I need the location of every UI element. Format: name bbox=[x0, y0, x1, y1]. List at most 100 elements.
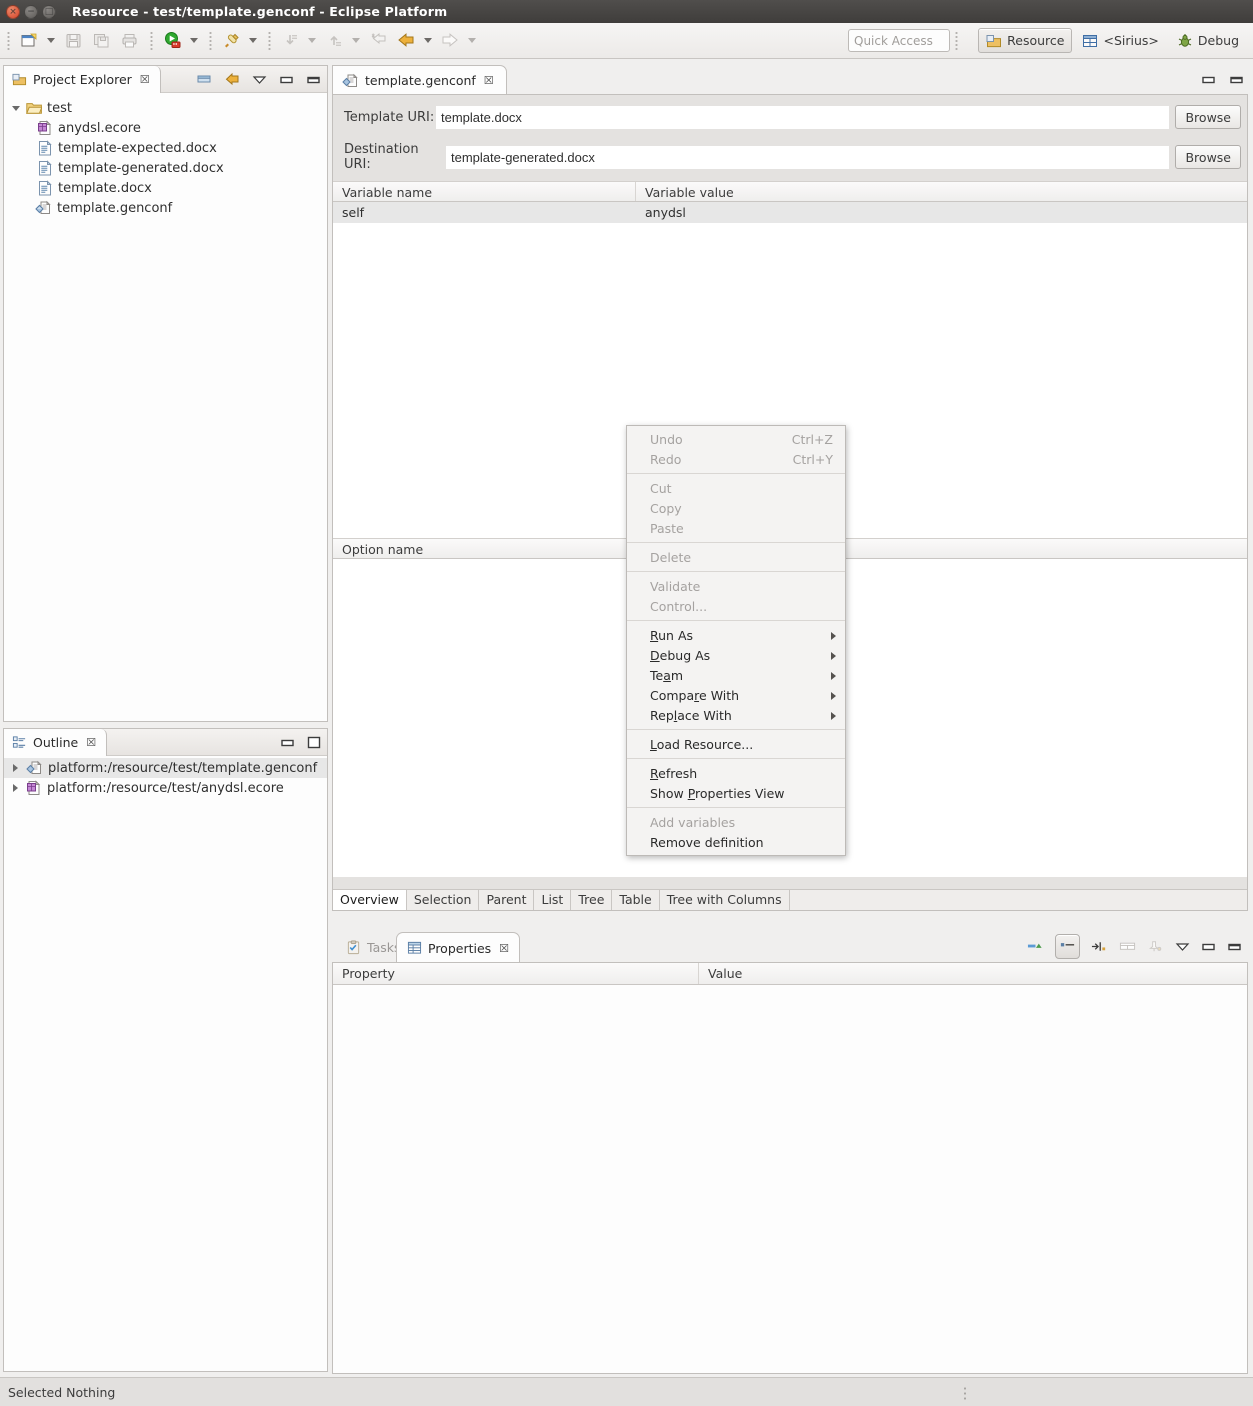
twisty-icon[interactable] bbox=[10, 763, 21, 774]
minimize-icon[interactable] bbox=[1201, 942, 1216, 952]
maximize-icon[interactable] bbox=[1229, 75, 1244, 85]
close-icon[interactable]: ☒ bbox=[484, 74, 494, 87]
tree-item-label: anydsl.ecore bbox=[58, 120, 141, 136]
editor-tab-template-genconf[interactable]: template.genconf ☒ bbox=[332, 65, 507, 95]
tab-overview[interactable]: Overview bbox=[333, 890, 407, 910]
outline-tree: platform:/resource/test/template.genconf bbox=[4, 756, 327, 798]
tab-selection[interactable]: Selection bbox=[407, 890, 480, 910]
restore-default-icon[interactable] bbox=[1091, 940, 1108, 953]
window-maximize-icon[interactable]: □ bbox=[42, 4, 56, 19]
advanced-properties-icon[interactable] bbox=[1027, 940, 1044, 953]
restore-icon[interactable] bbox=[307, 736, 321, 749]
column-header-variable-name[interactable]: Variable name bbox=[333, 182, 636, 201]
status-bar-grip[interactable] bbox=[963, 1386, 969, 1400]
perspective-debug[interactable]: Debug bbox=[1169, 28, 1247, 53]
tab-parent[interactable]: Parent bbox=[479, 890, 535, 910]
menu-item-run-as[interactable]: Run As bbox=[627, 625, 845, 645]
window-minimize-icon[interactable]: − bbox=[24, 4, 38, 19]
new-dropdown-chevron-down-icon[interactable] bbox=[43, 28, 59, 54]
toolbar-grip-4[interactable] bbox=[265, 29, 274, 52]
menu-item-validate[interactable]: Validate bbox=[627, 576, 845, 596]
new-file-icon[interactable] bbox=[15, 28, 43, 54]
next-annotation-dropdown-chevron-down-icon[interactable] bbox=[348, 28, 364, 54]
tree-item-template-generated-docx[interactable]: template-generated.docx bbox=[4, 158, 327, 178]
tree-item-template-docx[interactable]: template.docx bbox=[4, 178, 327, 198]
show-categories-icon[interactable] bbox=[1055, 934, 1080, 959]
close-icon[interactable]: ☒ bbox=[86, 736, 96, 749]
tree-item-anydsl-ecore[interactable]: anydsl.ecore bbox=[4, 118, 327, 138]
quick-access-input[interactable]: Quick Access bbox=[848, 29, 950, 52]
outline-toolbar bbox=[280, 729, 321, 756]
project-explorer-body[interactable]: test anydsl.ecore template-expected.docx… bbox=[4, 93, 327, 721]
perspective-resource[interactable]: Resource bbox=[978, 28, 1073, 53]
column-header-variable-value[interactable]: Variable value bbox=[636, 182, 1247, 201]
minimize-icon[interactable] bbox=[1201, 75, 1216, 85]
maximize-icon[interactable] bbox=[1227, 942, 1242, 952]
link-with-editor-icon[interactable] bbox=[224, 73, 240, 86]
properties-view-stack: Tasks Properties ☒ Property Value bbox=[332, 932, 1248, 1374]
menu-item-load-resource[interactable]: Load Resource... bbox=[627, 734, 845, 754]
outline-item-template-genconf[interactable]: platform:/resource/test/template.genconf bbox=[4, 758, 327, 778]
toolbar-grip-3[interactable] bbox=[206, 29, 215, 52]
menu-item-delete[interactable]: Delete bbox=[627, 547, 845, 567]
menu-item-redo[interactable]: Redo Ctrl+Y bbox=[627, 449, 845, 469]
properties-view-body[interactable]: Property Value bbox=[332, 962, 1248, 1374]
toolbar-grip[interactable] bbox=[4, 29, 13, 52]
tab-tree[interactable]: Tree bbox=[571, 890, 613, 910]
external-tools-dropdown-chevron-down-icon[interactable] bbox=[245, 28, 261, 54]
menu-item-compare-with[interactable]: Compare With bbox=[627, 685, 845, 705]
menu-item-add-variables[interactable]: Add variables bbox=[627, 812, 845, 832]
menu-item-undo[interactable]: Undo Ctrl+Z bbox=[627, 429, 845, 449]
external-tools-icon[interactable] bbox=[217, 28, 245, 54]
previous-annotation-dropdown-chevron-down-icon[interactable] bbox=[304, 28, 320, 54]
table-row[interactable]: self anydsl bbox=[333, 202, 1247, 223]
outline-item-anydsl-ecore[interactable]: platform:/resource/test/anydsl.ecore bbox=[4, 778, 327, 798]
tab-properties[interactable]: Properties ☒ bbox=[396, 932, 521, 963]
arrow-left-icon[interactable] bbox=[392, 28, 420, 54]
menu-item-debug-as[interactable]: Debug As bbox=[627, 645, 845, 665]
template-uri-browse-button[interactable]: Browse bbox=[1175, 105, 1241, 129]
outline-body[interactable]: platform:/resource/test/template.genconf bbox=[4, 756, 327, 1371]
menu-item-copy[interactable]: Copy bbox=[627, 498, 845, 518]
outline-tab[interactable]: Outline ☒ bbox=[4, 729, 108, 757]
menu-item-refresh[interactable]: Refresh bbox=[627, 763, 845, 783]
tree-item-template-genconf[interactable]: template.genconf bbox=[4, 198, 327, 218]
view-menu-icon[interactable] bbox=[1175, 942, 1190, 952]
tree-item-test[interactable]: test bbox=[4, 98, 327, 118]
minimize-icon[interactable] bbox=[280, 738, 295, 748]
destination-uri-browse-button[interactable]: Browse bbox=[1175, 145, 1241, 169]
project-explorer-tab[interactable]: Project Explorer ☒ bbox=[4, 66, 161, 94]
window-buttons: × − □ bbox=[0, 4, 56, 19]
perspective-grip[interactable] bbox=[952, 31, 961, 51]
menu-item-show-properties-view[interactable]: Show Properties View bbox=[627, 783, 845, 803]
run-dropdown-chevron-down-icon[interactable] bbox=[186, 28, 202, 54]
menu-item-remove-definition[interactable]: Remove definition bbox=[627, 832, 845, 852]
menu-item-team[interactable]: Team bbox=[627, 665, 845, 685]
perspective-sirius[interactable]: <Sirius> bbox=[1074, 28, 1166, 53]
toolbar-grip-2[interactable] bbox=[147, 29, 156, 52]
menu-item-cut[interactable]: Cut bbox=[627, 478, 845, 498]
close-icon[interactable]: ☒ bbox=[140, 73, 150, 86]
run-icon[interactable] bbox=[158, 28, 186, 54]
menu-item-control[interactable]: Control... bbox=[627, 596, 845, 616]
tree-item-template-expected-docx[interactable]: template-expected.docx bbox=[4, 138, 327, 158]
column-header-value[interactable]: Value bbox=[699, 963, 1247, 984]
menu-item-paste[interactable]: Paste bbox=[627, 518, 845, 538]
tab-tree-with-columns[interactable]: Tree with Columns bbox=[660, 890, 790, 910]
destination-uri-input[interactable] bbox=[446, 145, 1170, 169]
close-icon[interactable]: ☒ bbox=[499, 942, 509, 955]
minimize-icon[interactable] bbox=[279, 75, 294, 85]
template-uri-input[interactable] bbox=[436, 105, 1170, 129]
tab-list[interactable]: List bbox=[534, 890, 572, 910]
window-close-icon[interactable]: × bbox=[6, 4, 20, 19]
column-header-property[interactable]: Property bbox=[333, 963, 699, 984]
maximize-icon[interactable] bbox=[306, 75, 321, 85]
forward-dropdown-chevron-down-icon[interactable] bbox=[464, 28, 480, 54]
back-dropdown-chevron-down-icon[interactable] bbox=[420, 28, 436, 54]
collapse-all-icon[interactable] bbox=[197, 73, 212, 86]
tab-table[interactable]: Table bbox=[612, 890, 660, 910]
view-menu-icon[interactable] bbox=[252, 75, 267, 85]
twisty-icon[interactable] bbox=[10, 783, 21, 794]
menu-item-replace-with[interactable]: Replace With bbox=[627, 705, 845, 725]
twisty-icon[interactable] bbox=[10, 103, 21, 114]
